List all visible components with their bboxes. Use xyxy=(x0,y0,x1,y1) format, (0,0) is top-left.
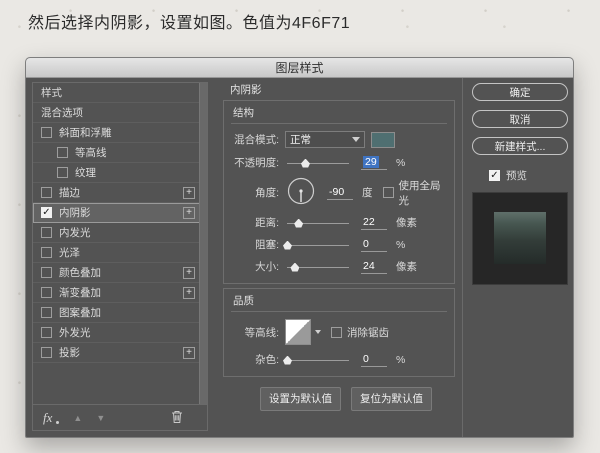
anti-alias-checkbox[interactable] xyxy=(331,326,342,338)
preview-option[interactable]: 预览 xyxy=(489,168,574,183)
opacity-slider-thumb[interactable] xyxy=(300,158,310,168)
styles-sidebar: 样式 混合选项 斜面和浮雕 等高线 纹理 描边 + ✓ 内阴影 + 内发光 光泽… xyxy=(32,82,208,431)
noise-input[interactable]: 0 xyxy=(361,353,387,367)
page-caption: 然后选择内阴影，设置如图。色值为4F6F71 xyxy=(28,15,351,32)
angle-dial[interactable] xyxy=(287,177,315,208)
fx-menu-dot-icon xyxy=(56,421,60,424)
distance-input[interactable]: 22 xyxy=(361,216,387,230)
new-style-button[interactable]: 新建样式... xyxy=(472,137,568,155)
blend-mode-dropdown[interactable]: 正常 xyxy=(285,131,365,148)
noise-slider[interactable] xyxy=(283,355,349,365)
inner-shadow-checkbox[interactable] xyxy=(41,207,52,218)
texture-checkbox[interactable] xyxy=(57,167,68,178)
sidebar-item-blending-options[interactable]: 混合选项 xyxy=(33,103,207,123)
sidebar-scrollbar[interactable] xyxy=(199,83,207,404)
contour-checkbox[interactable] xyxy=(57,147,68,158)
opacity-slider[interactable] xyxy=(287,158,349,168)
drop-shadow-checkbox[interactable] xyxy=(41,347,52,358)
chevron-down-icon xyxy=(352,137,360,142)
add-gradient-overlay-icon[interactable]: + xyxy=(183,286,195,299)
move-effect-down-icon[interactable]: ▼ xyxy=(96,413,105,423)
gradient-overlay-checkbox[interactable] xyxy=(41,287,52,298)
size-row: 大小: 24 像素 xyxy=(255,259,417,274)
blend-mode-row: 混合模式: 正常 xyxy=(231,131,447,148)
sidebar-item-gradient-overlay[interactable]: 渐变叠加 + xyxy=(33,283,207,303)
sidebar-footer: fx ▲ ▼ xyxy=(33,404,207,430)
choke-input[interactable]: 0 xyxy=(361,238,387,252)
global-light-checkbox[interactable] xyxy=(382,187,394,198)
inner-shadow-panel: 内阴影 结构 混合模式: 正常 不透明度: 29 % 角度: -90 度 使用全… xyxy=(223,80,455,411)
preview-checkbox[interactable] xyxy=(489,170,500,181)
dialog-titlebar[interactable]: 图层样式 xyxy=(26,58,573,78)
structure-group-label: 结构 xyxy=(231,104,447,124)
delete-effect-icon[interactable] xyxy=(171,410,183,426)
satin-checkbox[interactable] xyxy=(41,247,52,258)
color-overlay-checkbox[interactable] xyxy=(41,267,52,278)
sidebar-item-inner-shadow[interactable]: 内阴影 + xyxy=(33,203,207,223)
stroke-checkbox[interactable] xyxy=(41,187,52,198)
distance-slider[interactable] xyxy=(287,218,349,228)
preview-inner-shadow-sample xyxy=(494,212,546,264)
panel-title: 内阴影 xyxy=(230,84,262,96)
distance-row: 距离: 22 像素 xyxy=(255,215,417,230)
sidebar-item-bevel-emboss[interactable]: 斜面和浮雕 xyxy=(33,123,207,143)
choke-row: 阻塞: 0 % xyxy=(255,237,406,252)
quality-group: 品质 等高线: 消除锯齿 杂色: 0 % xyxy=(223,288,455,377)
add-drop-shadow-icon[interactable]: + xyxy=(183,346,195,359)
sidebar-item-outer-glow[interactable]: 外发光 xyxy=(33,323,207,343)
sidebar-item-styles[interactable]: 样式 xyxy=(33,83,207,103)
add-inner-shadow-icon[interactable]: + xyxy=(183,206,195,219)
opacity-input[interactable]: 29 xyxy=(361,155,387,170)
sidebar-item-texture[interactable]: 纹理 xyxy=(33,163,207,183)
styles-list: 样式 混合选项 斜面和浮雕 等高线 纹理 描边 + ✓ 内阴影 + 内发光 光泽… xyxy=(33,83,207,363)
ok-button[interactable]: 确定 xyxy=(472,83,568,101)
sidebar-item-contour[interactable]: 等高线 xyxy=(33,143,207,163)
noise-row: 杂色: 0 % xyxy=(255,352,406,367)
cancel-button[interactable]: 取消 xyxy=(472,110,568,128)
make-default-button[interactable]: 设置为默认值 xyxy=(260,387,341,411)
size-input[interactable]: 24 xyxy=(361,260,387,274)
sidebar-item-pattern-overlay[interactable]: 图案叠加 xyxy=(33,303,207,323)
angle-input[interactable]: -90 xyxy=(327,186,353,200)
sidebar-item-inner-glow[interactable]: 内发光 xyxy=(33,223,207,243)
blend-color-swatch[interactable] xyxy=(371,131,395,148)
sidebar-item-stroke[interactable]: 描边 + xyxy=(33,183,207,203)
structure-group: 结构 混合模式: 正常 不透明度: 29 % 角度: -90 度 使用全局光 距… xyxy=(223,100,455,284)
inner-glow-checkbox[interactable] xyxy=(41,227,52,238)
global-light-option[interactable]: 使用全局光 xyxy=(382,178,448,208)
fx-icon[interactable]: fx xyxy=(43,410,52,426)
sidebar-item-color-overlay[interactable]: 颜色叠加 + xyxy=(33,263,207,283)
outer-glow-checkbox[interactable] xyxy=(41,327,52,338)
layer-style-dialog: 图层样式 样式 混合选项 斜面和浮雕 等高线 纹理 描边 + ✓ 内阴影 + 内… xyxy=(25,57,574,438)
bevel-emboss-checkbox[interactable] xyxy=(41,127,52,138)
size-slider-thumb[interactable] xyxy=(290,262,300,272)
choke-slider[interactable] xyxy=(283,240,349,250)
contour-picker[interactable] xyxy=(285,319,311,345)
move-effect-up-icon[interactable]: ▲ xyxy=(73,413,82,423)
noise-slider-thumb[interactable] xyxy=(283,355,292,365)
opacity-row: 不透明度: 29 % xyxy=(234,155,406,170)
contour-row: 等高线: 消除锯齿 xyxy=(231,319,447,345)
size-slider[interactable] xyxy=(287,262,349,272)
sidebar-item-drop-shadow[interactable]: 投影 + xyxy=(33,343,207,363)
distance-slider-thumb[interactable] xyxy=(294,218,304,228)
pattern-overlay-checkbox[interactable] xyxy=(41,307,52,318)
action-column: 确定 取消 新建样式... 预览 xyxy=(462,78,574,437)
add-color-overlay-icon[interactable]: + xyxy=(183,266,195,279)
style-preview-thumbnail xyxy=(472,192,568,285)
add-stroke-icon[interactable]: + xyxy=(183,186,195,199)
anti-alias-option[interactable]: 消除锯齿 xyxy=(331,325,389,340)
choke-slider-thumb[interactable] xyxy=(283,240,292,250)
angle-row: 角度: -90 度 使用全局光 xyxy=(231,177,447,208)
reset-default-button[interactable]: 复位为默认值 xyxy=(351,387,432,411)
quality-group-label: 品质 xyxy=(231,292,447,312)
sidebar-item-satin[interactable]: 光泽 xyxy=(33,243,207,263)
chevron-down-icon[interactable] xyxy=(315,330,321,334)
